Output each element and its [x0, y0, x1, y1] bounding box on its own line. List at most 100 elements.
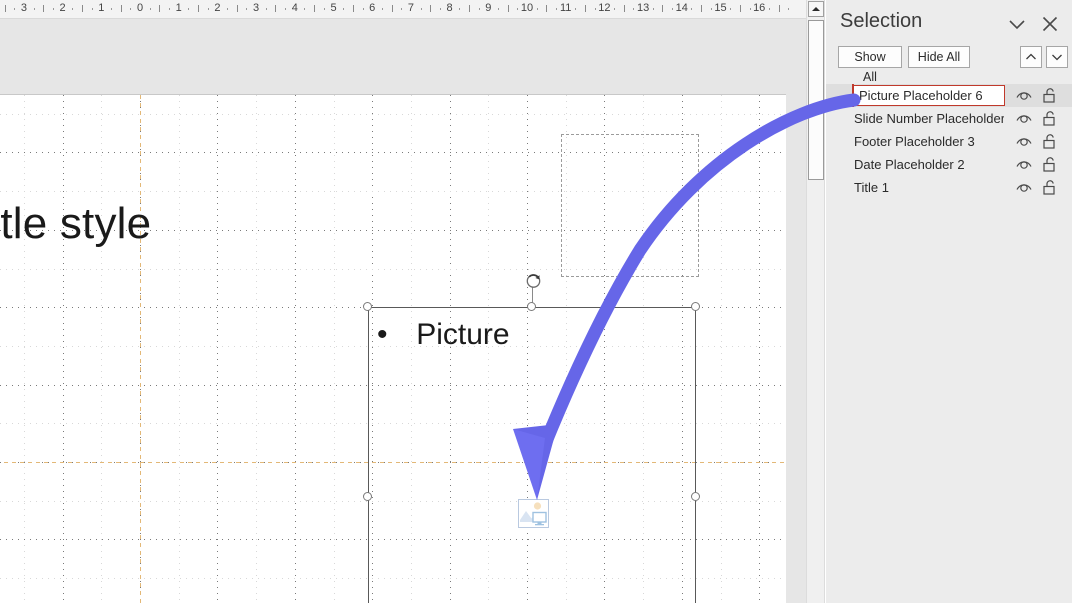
selection-item-label: Footer Placeholder 3: [854, 134, 975, 149]
ruler-tick: [624, 5, 625, 12]
slide-workspace[interactable]: er title style •: [0, 19, 806, 603]
picture-placeholder-icon[interactable]: [518, 499, 549, 528]
resize-handle-middle-right[interactable]: [691, 492, 700, 501]
unlocked-padlock-icon[interactable]: [1040, 155, 1060, 174]
grid-line-vertical: [256, 95, 257, 603]
ruler-label: 4: [291, 2, 298, 14]
ruler-subtick: [537, 8, 538, 10]
unlocked-padlock-icon[interactable]: [1040, 132, 1060, 151]
resize-handle-top-right[interactable]: [691, 302, 700, 311]
vertical-scrollbar[interactable]: [806, 0, 825, 603]
scroll-up-arrow-icon[interactable]: [808, 1, 824, 17]
ruler-subtick: [343, 8, 344, 10]
unlocked-padlock-icon[interactable]: [1040, 109, 1060, 128]
eye-visible-icon[interactable]: [1014, 109, 1034, 128]
ruler-subtick: [382, 8, 383, 10]
ruler-subtick: [111, 8, 112, 10]
ruler-label: 9: [485, 2, 492, 14]
ruler-subtick: [769, 8, 770, 10]
grid-line-vertical: [179, 95, 180, 603]
selection-item-label: Title 1: [854, 180, 889, 195]
unselected-placeholder-box[interactable]: [561, 134, 699, 277]
move-down-button[interactable]: [1046, 46, 1068, 68]
hide-all-button[interactable]: Hide All: [908, 46, 970, 68]
selection-item-label: Date Placeholder 2: [854, 157, 965, 172]
ruler-tick: [121, 5, 122, 12]
powerpoint-slide-master-window: 321012345678910111213141516 er title sty…: [0, 0, 1072, 603]
ruler-tick: [392, 5, 393, 12]
show-all-button[interactable]: Show All: [838, 46, 902, 84]
move-up-button[interactable]: [1020, 46, 1042, 68]
unlocked-padlock-icon[interactable]: [1040, 86, 1060, 105]
ruler-tick: [353, 5, 354, 12]
horizontal-ruler[interactable]: 3 2 1 0 1 2 3 4 5 6 7 8 9 10 11 12 13 14 15 16: [0, 0, 806, 19]
selection-pane: Selection Show All Hide All Picture Plac…: [826, 0, 1072, 603]
ruler-subtick: [575, 8, 576, 10]
ruler-label: 12: [598, 2, 611, 14]
ruler-tick: [198, 5, 199, 12]
ruler-label: 14: [675, 2, 688, 14]
ruler-label: 0: [136, 2, 144, 14]
title-placeholder-text[interactable]: er title style: [0, 197, 151, 251]
grid-line-vertical: [217, 95, 218, 603]
ruler-subtick: [363, 8, 364, 10]
ruler-subtick: [324, 8, 325, 10]
ruler-subtick: [208, 8, 209, 10]
ruler-label: 10: [520, 2, 534, 14]
ruler-label: 2: [59, 2, 66, 14]
resize-handle-middle-left[interactable]: [363, 492, 372, 501]
grid-line-vertical: [334, 95, 335, 603]
resize-handle-top-left[interactable]: [363, 302, 372, 311]
resize-handle-top-center[interactable]: [527, 302, 536, 311]
ruler-subtick: [595, 8, 596, 10]
selection-list-item[interactable]: Title 1: [826, 176, 1072, 199]
scroll-up-caret: [812, 7, 820, 11]
grid-line-vertical: [63, 95, 64, 603]
selection-list: Picture Placeholder 6 Slide Number Placeh…: [826, 84, 1072, 199]
selection-list-item[interactable]: Picture Placeholder 6: [826, 84, 1072, 107]
selection-list-item[interactable]: Slide Number Placeholder 4: [826, 107, 1072, 130]
eye-visible-icon[interactable]: [1014, 155, 1034, 174]
ruler-subtick: [788, 8, 789, 10]
ruler-subtick: [672, 8, 673, 10]
pane-button-row: Show All Hide All: [826, 46, 1072, 84]
selection-list-item[interactable]: Footer Placeholder 3: [826, 130, 1072, 153]
ruler-tick: [779, 5, 780, 12]
ruler-tick: [5, 5, 6, 12]
eye-visible-icon[interactable]: [1014, 86, 1034, 105]
vertical-guide[interactable]: [140, 95, 141, 603]
chevron-down-icon[interactable]: [1004, 11, 1030, 37]
ruler-tick: [82, 5, 83, 12]
rotate-handle-icon[interactable]: [525, 272, 542, 289]
ruler-subtick: [633, 8, 634, 10]
grid-line-horizontal: [0, 114, 786, 115]
ruler-tick: [546, 5, 547, 12]
ruler-subtick: [92, 8, 93, 10]
selection-list-item[interactable]: Date Placeholder 2: [826, 153, 1072, 176]
ruler-subtick: [691, 8, 692, 10]
eye-visible-icon[interactable]: [1014, 132, 1034, 151]
ruler-subtick: [188, 8, 189, 10]
ruler-subtick: [285, 8, 286, 10]
ruler-tick: [585, 5, 586, 12]
ruler-tick: [159, 5, 160, 12]
ruler-label: 5: [330, 2, 337, 14]
ruler-subtick: [459, 8, 460, 10]
slide-canvas[interactable]: er title style •: [0, 94, 786, 603]
grid-line-vertical: [295, 95, 296, 603]
eye-visible-icon[interactable]: [1014, 178, 1034, 197]
vertical-scroll-thumb[interactable]: [808, 20, 824, 180]
ruler-tick: [275, 5, 276, 12]
selection-item-name-input[interactable]: Picture Placeholder 6: [853, 85, 1005, 106]
ruler-label: 13: [636, 2, 650, 14]
ruler-tick: [43, 5, 44, 12]
ruler-label: 7: [407, 2, 414, 14]
unlocked-padlock-icon[interactable]: [1040, 178, 1060, 197]
bullet-list-item[interactable]: • Picture: [377, 316, 510, 354]
ruler-label: 1: [175, 2, 182, 14]
ruler-subtick: [614, 8, 615, 10]
bullet-glyph: •: [377, 318, 388, 351]
close-icon[interactable]: [1037, 11, 1063, 37]
bullet-text: Picture: [416, 318, 510, 351]
ruler-subtick: [653, 8, 654, 10]
